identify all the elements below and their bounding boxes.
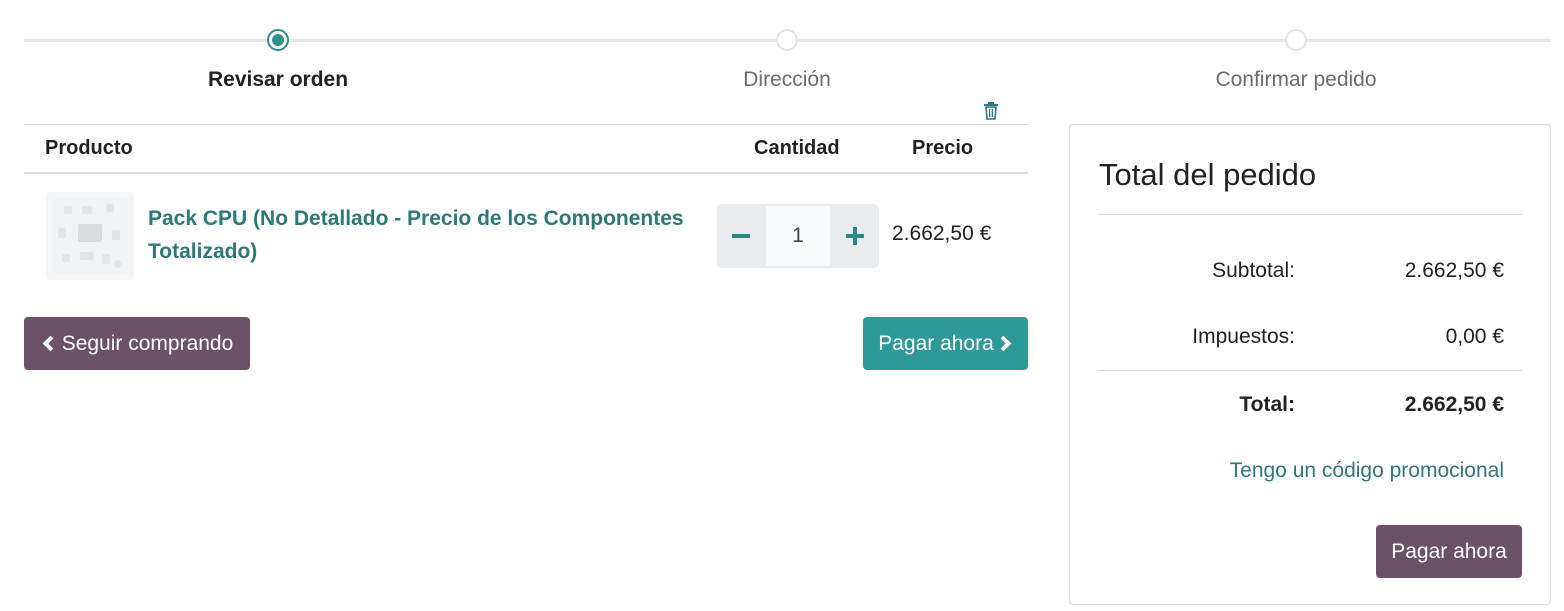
step-confirm-order: Confirmar pedido bbox=[1146, 28, 1446, 92]
total-label: Total: bbox=[1239, 393, 1295, 416]
product-name-link[interactable]: Pack CPU (No Detallado - Precio de los C… bbox=[148, 202, 698, 268]
trash-icon[interactable] bbox=[983, 102, 999, 120]
subtotal-label: Subtotal: bbox=[1212, 259, 1295, 282]
quantity-input[interactable] bbox=[766, 206, 830, 266]
cart-line: Pack CPU (No Detallado - Precio de los C… bbox=[24, 174, 1028, 292]
order-summary-card: Total del pedido Subtotal: 2.662,50 € Im… bbox=[1069, 124, 1551, 605]
summary-title: Total del pedido bbox=[1099, 157, 1317, 192]
checkout-progress: Revisar orden Dirección Confirmar pedido bbox=[24, 28, 1551, 98]
taxes-label: Impuestos: bbox=[1192, 325, 1295, 348]
step-indicator-active bbox=[267, 29, 289, 51]
divider bbox=[1098, 214, 1522, 215]
quantity-stepper bbox=[717, 204, 879, 268]
product-placeholder-icon bbox=[52, 198, 128, 274]
step-indicator bbox=[776, 29, 798, 51]
step-label: Confirmar pedido bbox=[1215, 68, 1377, 91]
chevron-left-icon bbox=[42, 335, 58, 352]
pay-now-button[interactable]: Pagar ahora bbox=[863, 317, 1028, 370]
subtotal-value: 2.662,50 € bbox=[1404, 259, 1504, 282]
step-review-order: Revisar orden bbox=[128, 28, 428, 92]
minus-icon bbox=[732, 234, 750, 238]
column-header-product: Producto bbox=[45, 137, 133, 159]
column-header-price: Precio bbox=[912, 137, 974, 159]
total-value: 2.662,50 € bbox=[1404, 393, 1504, 416]
pay-now-label: Pagar ahora bbox=[878, 331, 994, 355]
summary-pay-now-label: Pagar ahora bbox=[1391, 539, 1507, 563]
chevron-right-icon bbox=[995, 335, 1012, 352]
step-label: Revisar orden bbox=[207, 68, 349, 91]
column-header-quantity: Cantidad bbox=[754, 137, 840, 159]
cart-table: Producto Cantidad Precio Pack CPU (No De… bbox=[24, 124, 1028, 292]
taxes-value: 0,00 € bbox=[1445, 325, 1504, 348]
promo-code-link[interactable]: Tengo un código promocional bbox=[1230, 459, 1504, 483]
increase-quantity-button[interactable] bbox=[831, 204, 879, 268]
product-thumbnail[interactable] bbox=[46, 192, 134, 280]
continue-shopping-button[interactable]: Seguir comprando bbox=[24, 317, 250, 370]
step-address: Dirección bbox=[637, 28, 937, 92]
step-label: Dirección bbox=[743, 68, 831, 91]
cart-header: Producto Cantidad Precio bbox=[24, 124, 1028, 174]
step-indicator bbox=[1285, 29, 1307, 51]
continue-shopping-label: Seguir comprando bbox=[61, 331, 234, 355]
summary-pay-now-button[interactable]: Pagar ahora bbox=[1376, 525, 1522, 578]
decrease-quantity-button[interactable] bbox=[717, 204, 765, 268]
line-price: 2.662,50 € bbox=[892, 222, 992, 245]
divider bbox=[1098, 370, 1522, 371]
plus-icon bbox=[846, 227, 864, 245]
